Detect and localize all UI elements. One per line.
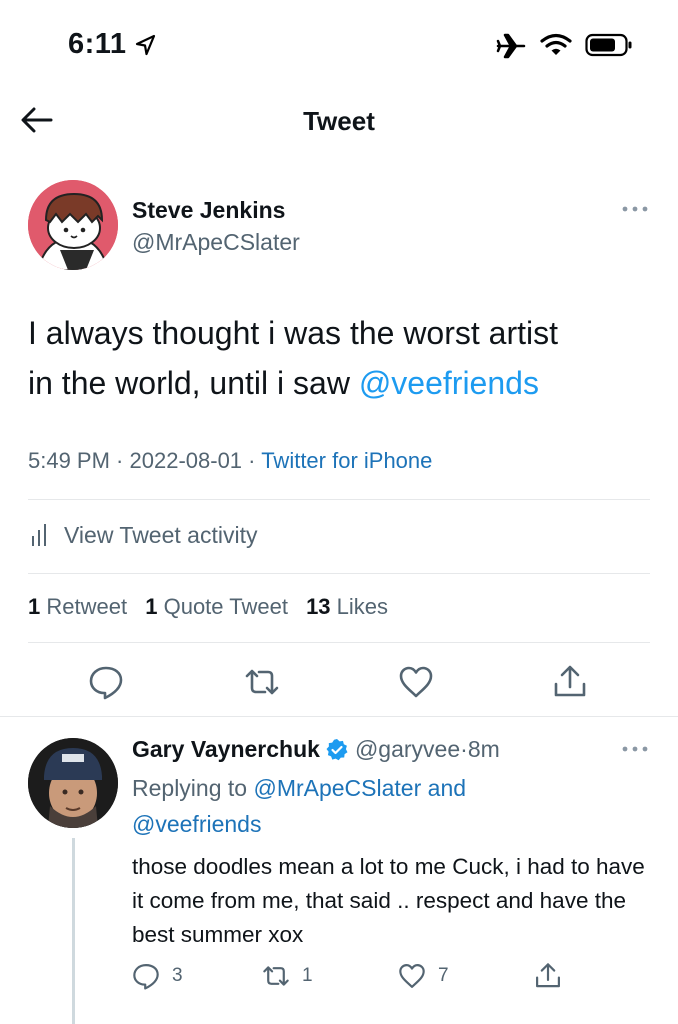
- avatar-photo: [28, 738, 118, 828]
- reply-icon[interactable]: [88, 664, 124, 700]
- replying-prefix: Replying to: [132, 775, 254, 801]
- reply-like-button[interactable]: 7: [398, 962, 449, 990]
- divider: [0, 716, 678, 717]
- retweet-icon: [263, 966, 289, 986]
- tweet-text-line-1: I always thought i was the worst artist: [28, 315, 558, 351]
- tweet-author-name[interactable]: Steve Jenkins: [132, 197, 285, 224]
- replying-and: and: [421, 775, 467, 801]
- divider: [28, 573, 650, 574]
- thread-line: [72, 838, 75, 1024]
- divider: [28, 642, 650, 643]
- status-bar: 6:11: [0, 0, 678, 90]
- battery-icon: [585, 33, 632, 57]
- more-options-icon[interactable]: [620, 204, 650, 214]
- retweets-count: 1: [28, 594, 41, 619]
- mention-link[interactable]: @veefriends: [132, 811, 261, 837]
- like-count: 7: [438, 965, 449, 986]
- airplane-icon: [496, 33, 526, 59]
- tweet-stats: 1 Retweet 1 Quote Tweet 13 Likes: [28, 594, 388, 620]
- reply-share-button[interactable]: [534, 962, 562, 990]
- analytics-icon: [32, 524, 46, 546]
- divider: [28, 499, 650, 500]
- meta-separator: ·: [109, 448, 130, 473]
- tweet-text: I always thought i was the worst artist …: [28, 308, 668, 408]
- tweet-date: 2022-08-01: [129, 448, 243, 473]
- more-options-icon[interactable]: [620, 744, 650, 754]
- tweet-time: 5:49 PM: [28, 448, 110, 473]
- mention-link[interactable]: @MrApeCSlater: [253, 775, 421, 801]
- meta-separator: ·: [460, 736, 468, 762]
- reply-icon: [133, 964, 159, 990]
- view-tweet-activity-button[interactable]: View Tweet activity: [28, 520, 257, 550]
- retweet-icon[interactable]: [244, 664, 280, 700]
- share-icon: [536, 963, 560, 988]
- navigation-bar: Tweet: [0, 90, 678, 154]
- reply-author-handle[interactable]: @garyvee: [355, 736, 460, 763]
- likes-label: Likes: [336, 594, 389, 619]
- tweet-text-body: in the world, until i saw: [28, 365, 359, 401]
- reply-reply-button[interactable]: 3: [132, 962, 183, 990]
- likes-stat[interactable]: 13 Likes: [306, 594, 388, 619]
- replying-to: Replying to @MrApeCSlater and @veefriend…: [132, 770, 652, 842]
- meta-separator: ·: [242, 448, 262, 473]
- avatar[interactable]: [28, 738, 118, 828]
- reply-retweet-button[interactable]: 1: [262, 962, 313, 990]
- tweet-author-handle[interactable]: @MrApeCSlater: [132, 229, 300, 256]
- share-icon[interactable]: [552, 664, 588, 700]
- reply-author-name[interactable]: Gary Vaynerchuk: [132, 736, 320, 763]
- activity-label: View Tweet activity: [64, 521, 258, 548]
- tweet-meta: 5:49 PM · 2022-08-01 · Twitter for iPhon…: [28, 448, 432, 474]
- like-icon: [399, 964, 425, 988]
- tweet-text-line-2: in the world, until i saw @veefriends: [28, 358, 668, 408]
- avatar-illustration: [28, 180, 118, 270]
- status-time: 6:11: [68, 28, 127, 60]
- quotes-label: Quote Tweet: [163, 594, 288, 619]
- reply-text: those doodles mean a lot to me Cuck, i h…: [132, 854, 645, 947]
- reply-header: Gary Vaynerchuk @garyvee · 8m: [132, 736, 500, 763]
- avatar[interactable]: [28, 180, 118, 270]
- quotes-count: 1: [145, 594, 158, 619]
- retweets-label: Retweet: [46, 594, 128, 619]
- verified-badge-icon: [326, 738, 348, 760]
- retweet-count: 1: [302, 965, 313, 986]
- wifi-icon: [540, 33, 572, 55]
- tweet-source-link[interactable]: Twitter for iPhone: [261, 448, 432, 473]
- page-title: Tweet: [303, 106, 375, 136]
- retweets-stat[interactable]: 1 Retweet: [28, 594, 127, 619]
- mention-link[interactable]: @veefriends: [359, 365, 539, 401]
- likes-count: 13: [306, 594, 331, 619]
- location-arrow-icon: [135, 34, 156, 56]
- reply-count: 3: [172, 965, 183, 986]
- like-icon[interactable]: [398, 664, 434, 700]
- reply-age: 8m: [467, 736, 500, 762]
- quotes-stat[interactable]: 1 Quote Tweet: [145, 594, 288, 619]
